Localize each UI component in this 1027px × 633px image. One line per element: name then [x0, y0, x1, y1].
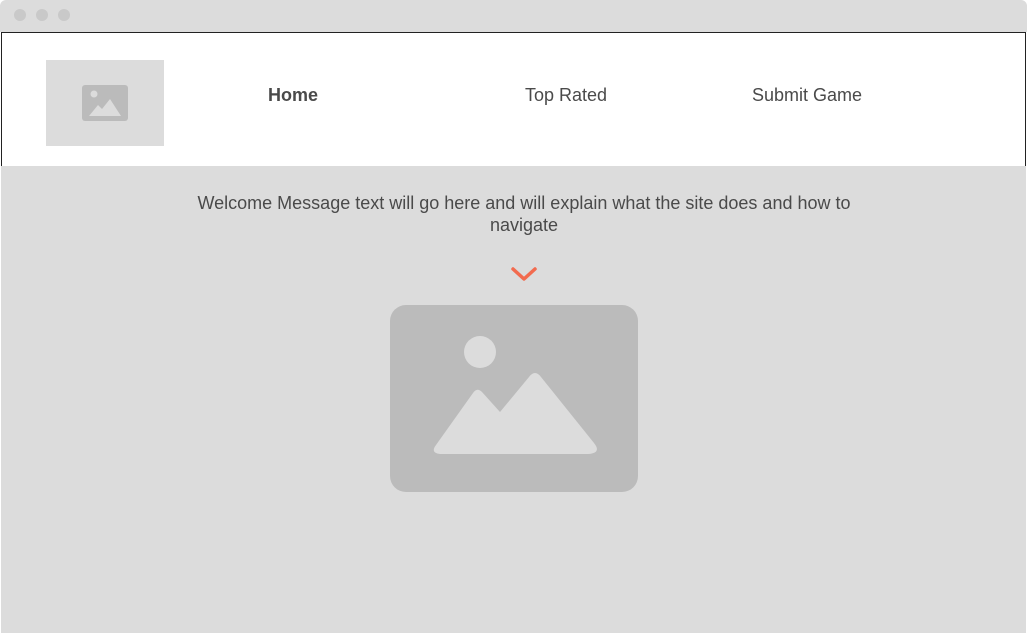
- nav-home-link[interactable]: Home: [268, 85, 318, 106]
- browser-window: Home Top Rated Submit Game Welcome Messa…: [0, 0, 1027, 633]
- nav-top-rated-link[interactable]: Top Rated: [525, 85, 607, 106]
- image-placeholder-icon: [464, 336, 496, 368]
- welcome-message: Welcome Message text will go here and wi…: [197, 193, 851, 235]
- site-header: Home Top Rated Submit Game: [1, 32, 1026, 166]
- main-content: Welcome Message text will go here and wi…: [1, 166, 1026, 633]
- window-maximize-button[interactable]: [58, 9, 70, 21]
- image-placeholder-icon: [82, 85, 128, 121]
- window-minimize-button[interactable]: [36, 9, 48, 21]
- window-close-button[interactable]: [14, 9, 26, 21]
- window-titlebar: [0, 0, 1027, 32]
- nav-submit-game-link[interactable]: Submit Game: [752, 85, 862, 106]
- chevron-down-icon[interactable]: [510, 266, 538, 284]
- site-logo[interactable]: [46, 60, 164, 146]
- hero-image-placeholder: [390, 305, 638, 492]
